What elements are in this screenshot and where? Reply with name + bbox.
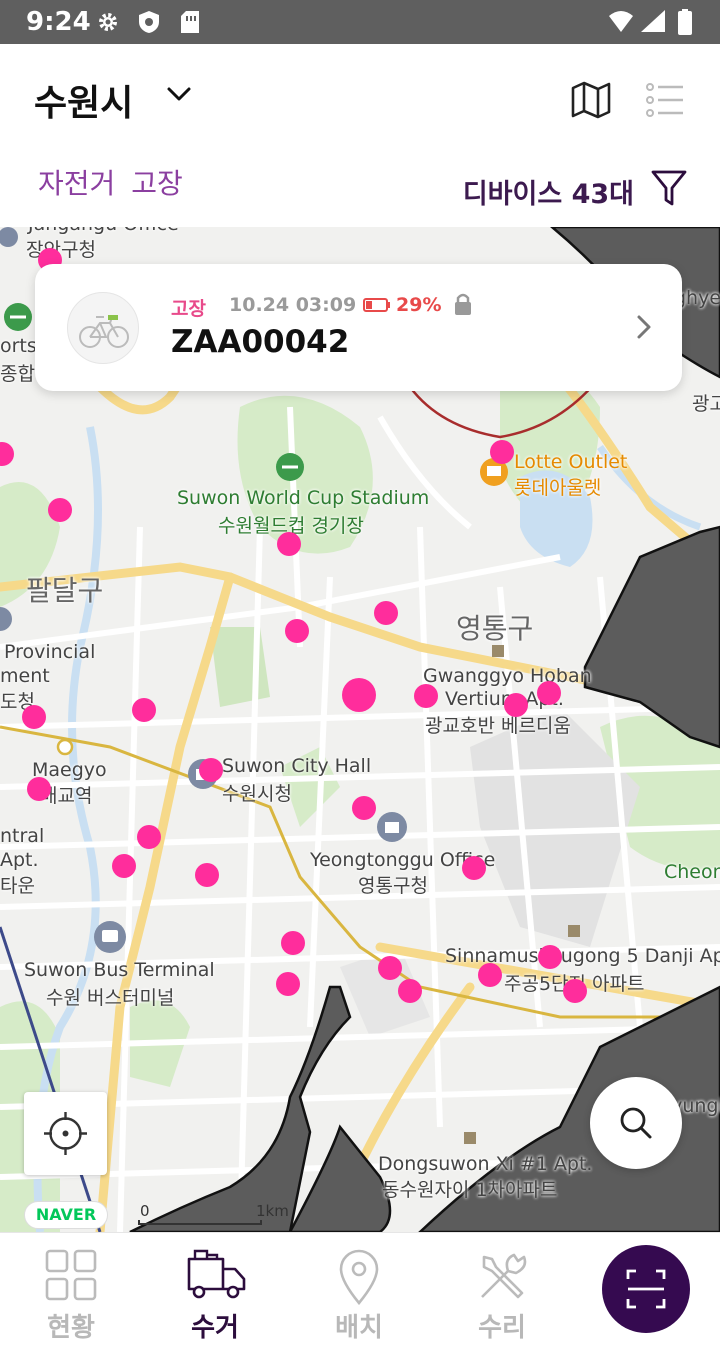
nav-label-deploy: 배치: [335, 1313, 383, 1343]
device-marker-cluster[interactable]: [342, 678, 376, 712]
device-marker[interactable]: [132, 698, 156, 722]
device-marker[interactable]: [27, 777, 51, 801]
qr-scan-button[interactable]: [602, 1245, 690, 1333]
device-info-card[interactable]: 고장 10.24 03:09 29% ZAA00042: [35, 264, 682, 391]
map-search-button[interactable]: [590, 1077, 682, 1169]
device-count: 디바이스 43대: [462, 179, 634, 210]
device-id: ZAA00042: [171, 324, 350, 360]
category-tabs: 자전거 고장: [38, 162, 199, 202]
map-label-city-hall-en: Suwon City Hall: [222, 755, 372, 777]
device-marker[interactable]: [378, 956, 402, 980]
search-icon: [620, 1107, 652, 1139]
bottom-navigation: 현황 수거 배치 수리: [0, 1232, 720, 1350]
device-marker[interactable]: [398, 979, 422, 1003]
map-view-icon[interactable]: [570, 80, 612, 120]
device-marker[interactable]: [22, 705, 46, 729]
map-label-paldal: 팔달구: [26, 574, 104, 607]
battery-low-icon: [363, 298, 390, 312]
map-label-yeongtong: 영통구: [456, 612, 534, 645]
naver-logo: NAVER: [24, 1201, 108, 1229]
bicycle-icon: [79, 315, 129, 348]
chevron-down-icon[interactable]: [165, 84, 193, 104]
tools-icon: [481, 1253, 527, 1299]
device-marker[interactable]: [462, 856, 486, 880]
app-header: 수원시 자전거 고장 디바이스 43대: [0, 44, 720, 227]
map-label-cheon: Cheon: [664, 861, 720, 883]
device-battery: 29%: [396, 294, 442, 316]
device-marker[interactable]: [195, 863, 219, 887]
device-marker[interactable]: [276, 972, 300, 996]
map-label-taun: 타운: [0, 875, 35, 897]
device-marker[interactable]: [563, 979, 587, 1003]
device-marker[interactable]: [414, 684, 438, 708]
map-label-bus-en: Suwon Bus Terminal: [24, 959, 215, 981]
map-label-lotte-en: Lotte Outlet: [514, 451, 628, 473]
nav-item-repair[interactable]: 수리: [442, 1233, 562, 1350]
nav-item-status[interactable]: 현황: [11, 1233, 131, 1350]
map-label-lotte-ko: 롯데아울렛: [514, 477, 602, 499]
map-label-gwang: 광고: [692, 393, 720, 415]
truck-icon: [187, 1249, 246, 1299]
battery-icon: [678, 9, 692, 35]
device-marker[interactable]: [504, 693, 528, 717]
map-label-hoban-en1: Gwanggyo Hoban: [423, 665, 592, 687]
map-label-hoban-ko: 광교호반 베르디움: [425, 715, 571, 737]
device-marker[interactable]: [48, 498, 72, 522]
nav-label-collect: 수거: [191, 1313, 239, 1343]
device-marker[interactable]: [490, 440, 514, 464]
map-label-dongsuwon-en: Dongsuwon Xi #1 Apt.: [378, 1153, 593, 1175]
shield-icon: [139, 11, 159, 33]
map-label-sports: orts: [0, 335, 37, 357]
map-label-world-cup-en: Suwon World Cup Stadium: [177, 487, 430, 509]
tab-bicycle[interactable]: 자전거: [38, 167, 115, 200]
device-marker[interactable]: [352, 796, 376, 820]
device-marker[interactable]: [285, 619, 309, 643]
scale-line: [138, 1220, 262, 1225]
device-marker[interactable]: [374, 601, 398, 625]
nav-item-collect[interactable]: 수거: [155, 1233, 275, 1350]
map-label-ment: ment: [0, 665, 50, 687]
nav-label-repair: 수리: [478, 1313, 526, 1343]
list-view-icon[interactable]: [645, 82, 685, 118]
nav-item-deploy[interactable]: 배치: [299, 1233, 419, 1350]
map-label-city-hall-ko: 수원시청: [222, 783, 292, 805]
map-label-ntral: ntral: [0, 825, 45, 847]
wifi-signal-icon: [608, 10, 665, 32]
current-location-button[interactable]: [24, 1092, 107, 1175]
device-marker[interactable]: [277, 532, 301, 556]
dashboard-icon: [45, 1249, 97, 1301]
device-marker[interactable]: [199, 758, 223, 782]
scale-start: 0: [140, 1202, 150, 1220]
map-label-bus-ko: 수원 버스터미널: [46, 987, 175, 1009]
tab-broken[interactable]: 고장: [131, 167, 183, 200]
settings-icon: [99, 13, 117, 31]
status-time: 9:24: [26, 7, 91, 37]
device-marker[interactable]: [281, 931, 305, 955]
chevron-right-icon[interactable]: [636, 314, 652, 340]
scale-end: 1km: [256, 1202, 289, 1220]
sim-card-icon: [181, 11, 199, 33]
device-marker[interactable]: [112, 854, 136, 878]
city-selector[interactable]: 수원시: [34, 74, 133, 126]
scan-icon: [626, 1269, 666, 1309]
status-right-icons: [607, 8, 694, 40]
device-status: 고장: [171, 298, 206, 320]
device-marker[interactable]: [137, 825, 161, 849]
map-label-provincial: Provincial: [4, 641, 96, 663]
filter-icon[interactable]: [650, 168, 688, 208]
crosshair-icon: [44, 1112, 87, 1155]
map-label-jangan-office-en: Jangangu Office: [28, 227, 179, 235]
device-marker[interactable]: [537, 681, 561, 705]
map-label-apt: Apt.: [0, 849, 39, 871]
lock-icon: [455, 293, 471, 315]
bicycle-thumbnail: [67, 292, 139, 364]
device-marker[interactable]: [538, 945, 562, 969]
device-timestamp: 10.24 03:09: [229, 294, 357, 316]
status-bar: 9:24: [0, 0, 720, 44]
location-pin-icon: [339, 1249, 379, 1305]
device-marker[interactable]: [478, 963, 502, 987]
map-label-yt-office-ko: 영통구청: [358, 875, 428, 897]
nav-label-status: 현황: [47, 1313, 95, 1343]
map-label-dongsuwon-ko: 동수원자이 1차아파트: [382, 1179, 558, 1201]
